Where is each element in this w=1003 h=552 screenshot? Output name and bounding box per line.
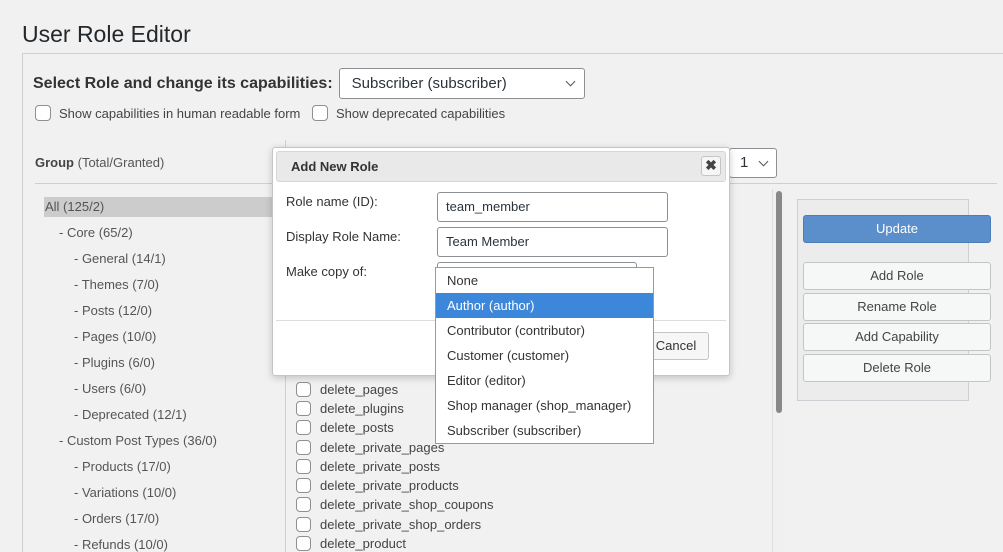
capability-row[interactable]: delete_pages bbox=[296, 380, 398, 399]
add-capability-button[interactable]: Add Capability bbox=[803, 323, 991, 351]
role-name-input[interactable]: team_member bbox=[437, 192, 668, 222]
copy-option-highlighted[interactable]: Author (author) bbox=[436, 293, 653, 318]
copy-of-label: Make copy of: bbox=[286, 264, 367, 279]
group-item-label: - Products (17/0) bbox=[74, 459, 171, 474]
update-button[interactable]: Update bbox=[803, 215, 991, 243]
capability-row[interactable]: delete_product bbox=[296, 534, 406, 552]
group-item-label: - Pages (10/0) bbox=[74, 329, 157, 344]
display-name-input[interactable]: Team Member bbox=[437, 227, 668, 257]
capability-checkbox[interactable] bbox=[296, 517, 311, 532]
group-item-posts[interactable]: - Posts (12/0) bbox=[74, 301, 152, 321]
group-item-label: - Refunds (10/0) bbox=[74, 537, 168, 552]
group-header-label: Group bbox=[35, 155, 74, 170]
group-item-label: - General (14/1) bbox=[74, 251, 166, 266]
delete-role-button[interactable]: Delete Role bbox=[803, 354, 991, 382]
capability-label: delete_private_shop_orders bbox=[320, 517, 482, 532]
human-readable-checkbox[interactable] bbox=[35, 105, 51, 121]
copy-option[interactable]: Customer (customer) bbox=[436, 343, 653, 368]
capability-label: delete_private_pages bbox=[320, 440, 445, 455]
capability-label: delete_posts bbox=[320, 420, 394, 435]
group-item-label: - Variations (10/0) bbox=[74, 485, 177, 500]
capability-row[interactable]: delete_private_products bbox=[296, 476, 459, 495]
capability-checkbox[interactable] bbox=[296, 440, 311, 455]
capability-checkbox[interactable] bbox=[296, 478, 311, 493]
group-item-label: - Posts (12/0) bbox=[74, 303, 153, 318]
add-role-button[interactable]: Add Role bbox=[803, 262, 991, 290]
group-item-label: All (125/2) bbox=[45, 199, 105, 214]
group-item-refunds[interactable]: - Refunds (10/0) bbox=[74, 535, 168, 552]
capability-label: delete_private_shop_coupons bbox=[320, 497, 494, 512]
group-item-products[interactable]: - Products (17/0) bbox=[74, 457, 171, 477]
group-item-core[interactable]: - Core (65/2) bbox=[59, 223, 133, 243]
copy-option[interactable]: Subscriber (subscriber) bbox=[436, 418, 653, 443]
group-item-label: - Orders (17/0) bbox=[74, 511, 160, 526]
group-item-orders[interactable]: - Orders (17/0) bbox=[74, 509, 159, 529]
copy-option[interactable]: None bbox=[436, 268, 653, 293]
capability-row[interactable]: delete_private_shop_orders bbox=[296, 515, 481, 534]
chevron-down-icon bbox=[758, 156, 769, 167]
group-item-plugins[interactable]: - Plugins (6/0) bbox=[74, 353, 155, 373]
group-item-users[interactable]: - Users (6/0) bbox=[74, 379, 146, 399]
capabilities-scrollbar[interactable] bbox=[772, 189, 784, 552]
capability-row[interactable]: delete_posts bbox=[296, 418, 394, 437]
group-item-label: - Core (65/2) bbox=[59, 225, 133, 240]
capability-checkbox[interactable] bbox=[296, 401, 311, 416]
role-select[interactable]: Subscriber (subscriber) bbox=[338, 68, 585, 99]
capability-checkbox[interactable] bbox=[296, 536, 311, 551]
capability-row[interactable]: delete_plugins bbox=[296, 399, 404, 418]
copy-of-dropdown: None Author (author) Contributor (contri… bbox=[435, 267, 654, 444]
columns-select-value: 1 bbox=[740, 154, 749, 171]
group-item-label: - Custom Post Types (36/0) bbox=[59, 433, 217, 448]
page-title: User Role Editor bbox=[22, 21, 191, 47]
group-item-variations[interactable]: - Variations (10/0) bbox=[74, 483, 176, 503]
chevron-down-icon bbox=[565, 76, 576, 87]
group-item-general[interactable]: - General (14/1) bbox=[74, 249, 166, 269]
capability-row[interactable]: delete_private_posts bbox=[296, 457, 440, 476]
deprecated-checkbox[interactable] bbox=[312, 105, 328, 121]
capability-label: delete_pages bbox=[320, 382, 399, 397]
group-item-all[interactable]: All (125/2) bbox=[44, 197, 274, 217]
deprecated-label: Show deprecated capabilities bbox=[336, 105, 506, 121]
capability-label: delete_private_products bbox=[320, 478, 459, 493]
deprecated-option[interactable]: Show deprecated capabilities bbox=[312, 105, 505, 121]
copy-option[interactable]: Contributor (contributor) bbox=[436, 318, 653, 343]
group-item-themes[interactable]: - Themes (7/0) bbox=[74, 275, 159, 295]
role-select-label: Select Role and change its capabilities: bbox=[33, 74, 333, 92]
group-item-pages[interactable]: - Pages (10/0) bbox=[74, 327, 156, 347]
role-select-row: Select Role and change its capabilities:… bbox=[33, 68, 585, 99]
copy-option[interactable]: Shop manager (shop_manager) bbox=[436, 393, 653, 418]
role-name-label: Role name (ID): bbox=[286, 194, 378, 209]
human-readable-option[interactable]: Show capabilities in human readable form bbox=[35, 105, 300, 121]
group-item-label: - Users (6/0) bbox=[74, 381, 147, 396]
capability-row[interactable]: delete_private_shop_coupons bbox=[296, 495, 493, 514]
scrollbar-thumb[interactable] bbox=[776, 191, 782, 413]
capability-checkbox[interactable] bbox=[296, 459, 311, 474]
capability-checkbox[interactable] bbox=[296, 420, 311, 435]
close-icon[interactable]: ✖ bbox=[701, 156, 721, 176]
group-header: Group (Total/Granted) bbox=[35, 155, 164, 170]
dialog-title: Add New Role bbox=[276, 151, 726, 182]
human-readable-label: Show capabilities in human readable form bbox=[59, 105, 301, 121]
capability-label: delete_private_posts bbox=[320, 459, 440, 474]
capability-row[interactable]: delete_private_pages bbox=[296, 438, 444, 457]
rename-role-button[interactable]: Rename Role bbox=[803, 293, 991, 321]
capability-label: delete_product bbox=[320, 536, 407, 551]
group-header-sub: (Total/Granted) bbox=[77, 155, 165, 170]
group-item-label: - Themes (7/0) bbox=[74, 277, 160, 292]
display-name-label: Display Role Name: bbox=[286, 229, 401, 244]
role-select-value: Subscriber (subscriber) bbox=[351, 75, 507, 92]
copy-option[interactable]: Editor (editor) bbox=[436, 368, 653, 393]
capability-label: delete_plugins bbox=[320, 401, 404, 416]
group-item-custom-post-types[interactable]: - Custom Post Types (36/0) bbox=[59, 431, 217, 451]
group-item-label: - Plugins (6/0) bbox=[74, 355, 155, 370]
group-item-deprecated[interactable]: - Deprecated (12/1) bbox=[74, 405, 187, 425]
columns-select[interactable]: 1 bbox=[729, 148, 777, 178]
capability-checkbox[interactable] bbox=[296, 382, 311, 397]
capability-checkbox[interactable] bbox=[296, 497, 311, 512]
group-item-label: - Deprecated (12/1) bbox=[74, 407, 187, 422]
